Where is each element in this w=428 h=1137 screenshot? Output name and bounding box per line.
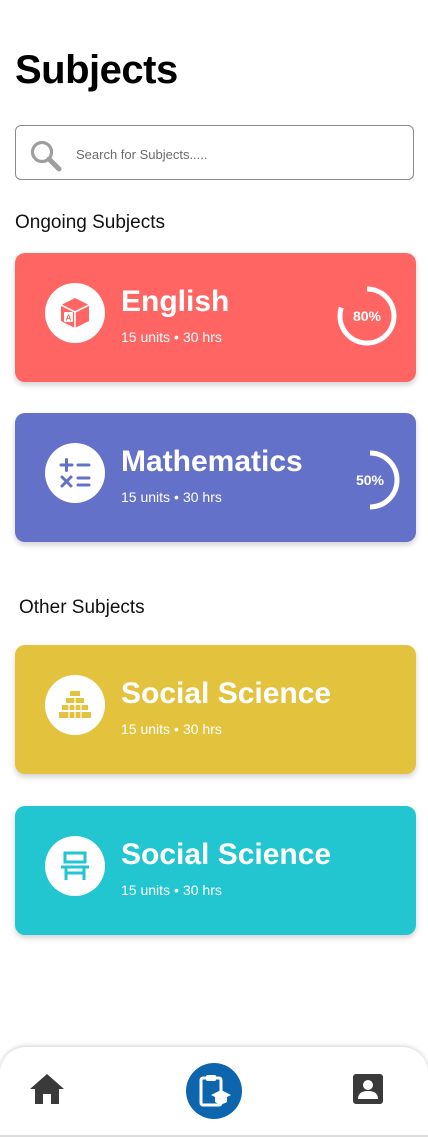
pyramid-icon: [59, 691, 91, 718]
subject-name: Social Science: [121, 677, 332, 710]
nav-home-button[interactable]: [28, 1072, 66, 1111]
progress-ring: 50%: [338, 448, 402, 512]
svg-text:A: A: [66, 314, 72, 323]
other-section-label: Other Subjects: [19, 597, 145, 618]
progress-label: 80%: [352, 308, 382, 324]
subject-name: Social Science: [121, 838, 332, 871]
separator-dot: •: [174, 489, 179, 505]
subject-meta: 15 units • 30 hrs: [121, 489, 222, 505]
subject-hours: 30 hrs: [182, 721, 222, 737]
separator-dot: •: [174, 329, 179, 345]
subject-card-social-science[interactable]: Social Science 15 units • 30 hrs: [15, 645, 416, 774]
separator-dot: •: [174, 721, 179, 737]
bottom-navigation: [0, 1047, 428, 1137]
subject-name: English: [121, 285, 230, 318]
page-title: Subjects: [15, 48, 178, 92]
subject-name: Mathematics: [121, 445, 303, 478]
profile-icon: [353, 1074, 383, 1104]
subject-units: 15 units: [121, 882, 171, 898]
subject-meta: 15 units • 30 hrs: [121, 721, 222, 737]
subject-icon-badge: A: [45, 283, 105, 343]
subject-meta: 15 units • 30 hrs: [121, 882, 222, 898]
home-icon: [30, 1074, 64, 1104]
progress-label: 50%: [355, 472, 385, 488]
subjects-clipboard-icon: [199, 1075, 231, 1107]
desk-icon: [61, 851, 89, 880]
subject-hours: 30 hrs: [182, 329, 222, 345]
nav-profile-button[interactable]: [353, 1074, 383, 1109]
subject-units: 15 units: [121, 489, 171, 505]
subject-units: 15 units: [121, 721, 171, 737]
subject-hours: 30 hrs: [182, 882, 222, 898]
search-bar[interactable]: [15, 125, 414, 180]
nav-subjects-button[interactable]: [186, 1063, 242, 1119]
alphabet-block-icon: A: [60, 298, 90, 328]
math-operators-icon: [59, 458, 91, 488]
subject-meta: 15 units • 30 hrs: [121, 329, 222, 345]
subject-units: 15 units: [121, 329, 171, 345]
progress-ring: 80%: [335, 284, 399, 348]
subject-card-social-science[interactable]: Social Science 15 units • 30 hrs: [15, 806, 416, 935]
search-icon: [30, 140, 62, 172]
subject-icon-badge: [45, 836, 105, 896]
subject-card-mathematics[interactable]: Mathematics 15 units • 30 hrs 50%: [15, 413, 416, 542]
subject-card-english[interactable]: A English 15 units • 30 hrs 80%: [15, 253, 416, 382]
subject-icon-badge: [45, 443, 105, 503]
ongoing-section-label: Ongoing Subjects: [15, 212, 165, 233]
separator-dot: •: [174, 882, 179, 898]
search-input[interactable]: [74, 136, 398, 172]
subject-hours: 30 hrs: [182, 489, 222, 505]
subject-icon-badge: [45, 675, 105, 735]
